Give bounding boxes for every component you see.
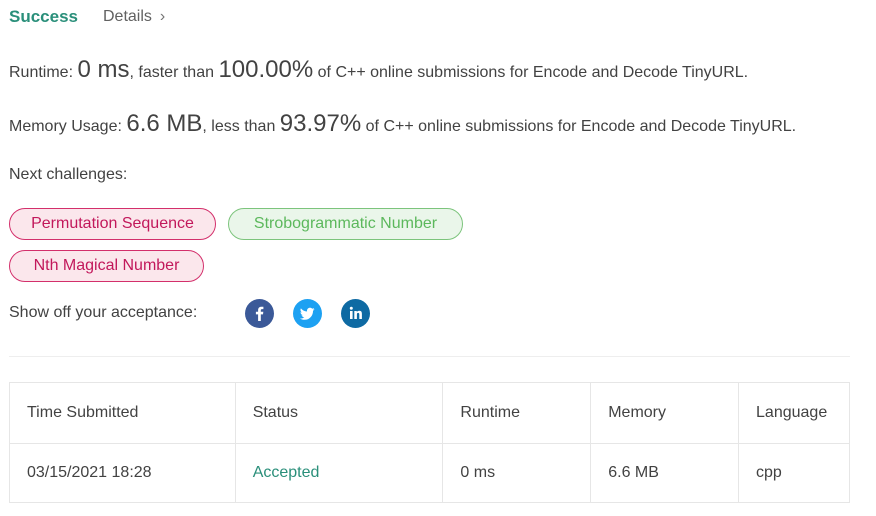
column-header-time-submitted: Time Submitted (9, 382, 236, 444)
column-header-runtime: Runtime (442, 382, 592, 444)
success-title: Success (9, 7, 78, 26)
runtime-text2: of C++ online submissions for Encode and… (317, 64, 749, 81)
challenge-chip-label: Nth Magical Number (33, 257, 180, 274)
details-link[interactable]: Details › (103, 8, 165, 26)
runtime-label: Runtime: (9, 64, 74, 81)
chevron-right-icon: › (159, 8, 166, 25)
cell-time-submitted: 03/15/2021 18:28 (9, 443, 236, 503)
result-header: Success Details › (9, 4, 165, 30)
section-divider (9, 356, 850, 357)
challenge-chip-permutation-sequence[interactable]: Permutation Sequence (9, 208, 216, 240)
memory-text2: of C++ online submissions for Encode and… (365, 118, 797, 135)
share-label: Show off your acceptance: (9, 304, 198, 321)
memory-percent: 93.97% (279, 110, 362, 137)
cell-memory: 6.6 MB (590, 443, 740, 503)
memory-value: 6.6 MB (126, 110, 203, 137)
twitter-icon[interactable] (293, 299, 322, 328)
challenge-chip-strobogrammatic-number[interactable]: Strobogrammatic Number (228, 208, 463, 240)
challenge-chip-label: Strobogrammatic Number (253, 215, 438, 232)
memory-text1: , less than (202, 118, 276, 135)
table-row: 03/15/2021 18:28 Accepted 0 ms 6.6 MB cp… (9, 443, 850, 503)
memory-label: Memory Usage: (9, 118, 122, 135)
runtime-stat: Runtime: 0 ms, faster than 100.00% of C+… (9, 56, 748, 84)
cell-language: cpp (738, 443, 850, 503)
runtime-percent: 100.00% (218, 56, 314, 83)
cell-runtime: 0 ms (442, 443, 592, 503)
column-header-memory: Memory (590, 382, 740, 444)
runtime-value: 0 ms (77, 56, 130, 83)
column-header-language: Language (738, 382, 850, 444)
cell-status-link[interactable]: Accepted (234, 443, 444, 503)
linkedin-icon[interactable] (341, 299, 370, 328)
memory-stat: Memory Usage: 6.6 MB, less than 93.97% o… (9, 110, 796, 138)
runtime-text1: , faster than (129, 64, 215, 81)
facebook-icon[interactable] (245, 299, 274, 328)
submission-table: Time Submitted Status Runtime Memory Lan… (9, 382, 850, 503)
next-challenges-label: Next challenges: (9, 166, 128, 183)
challenge-chip-nth-magical-number[interactable]: Nth Magical Number (9, 250, 204, 282)
column-header-status: Status (234, 382, 444, 444)
table-header-row: Time Submitted Status Runtime Memory Lan… (9, 382, 850, 444)
challenge-chip-label: Permutation Sequence (31, 215, 194, 232)
details-label: Details (103, 8, 152, 25)
